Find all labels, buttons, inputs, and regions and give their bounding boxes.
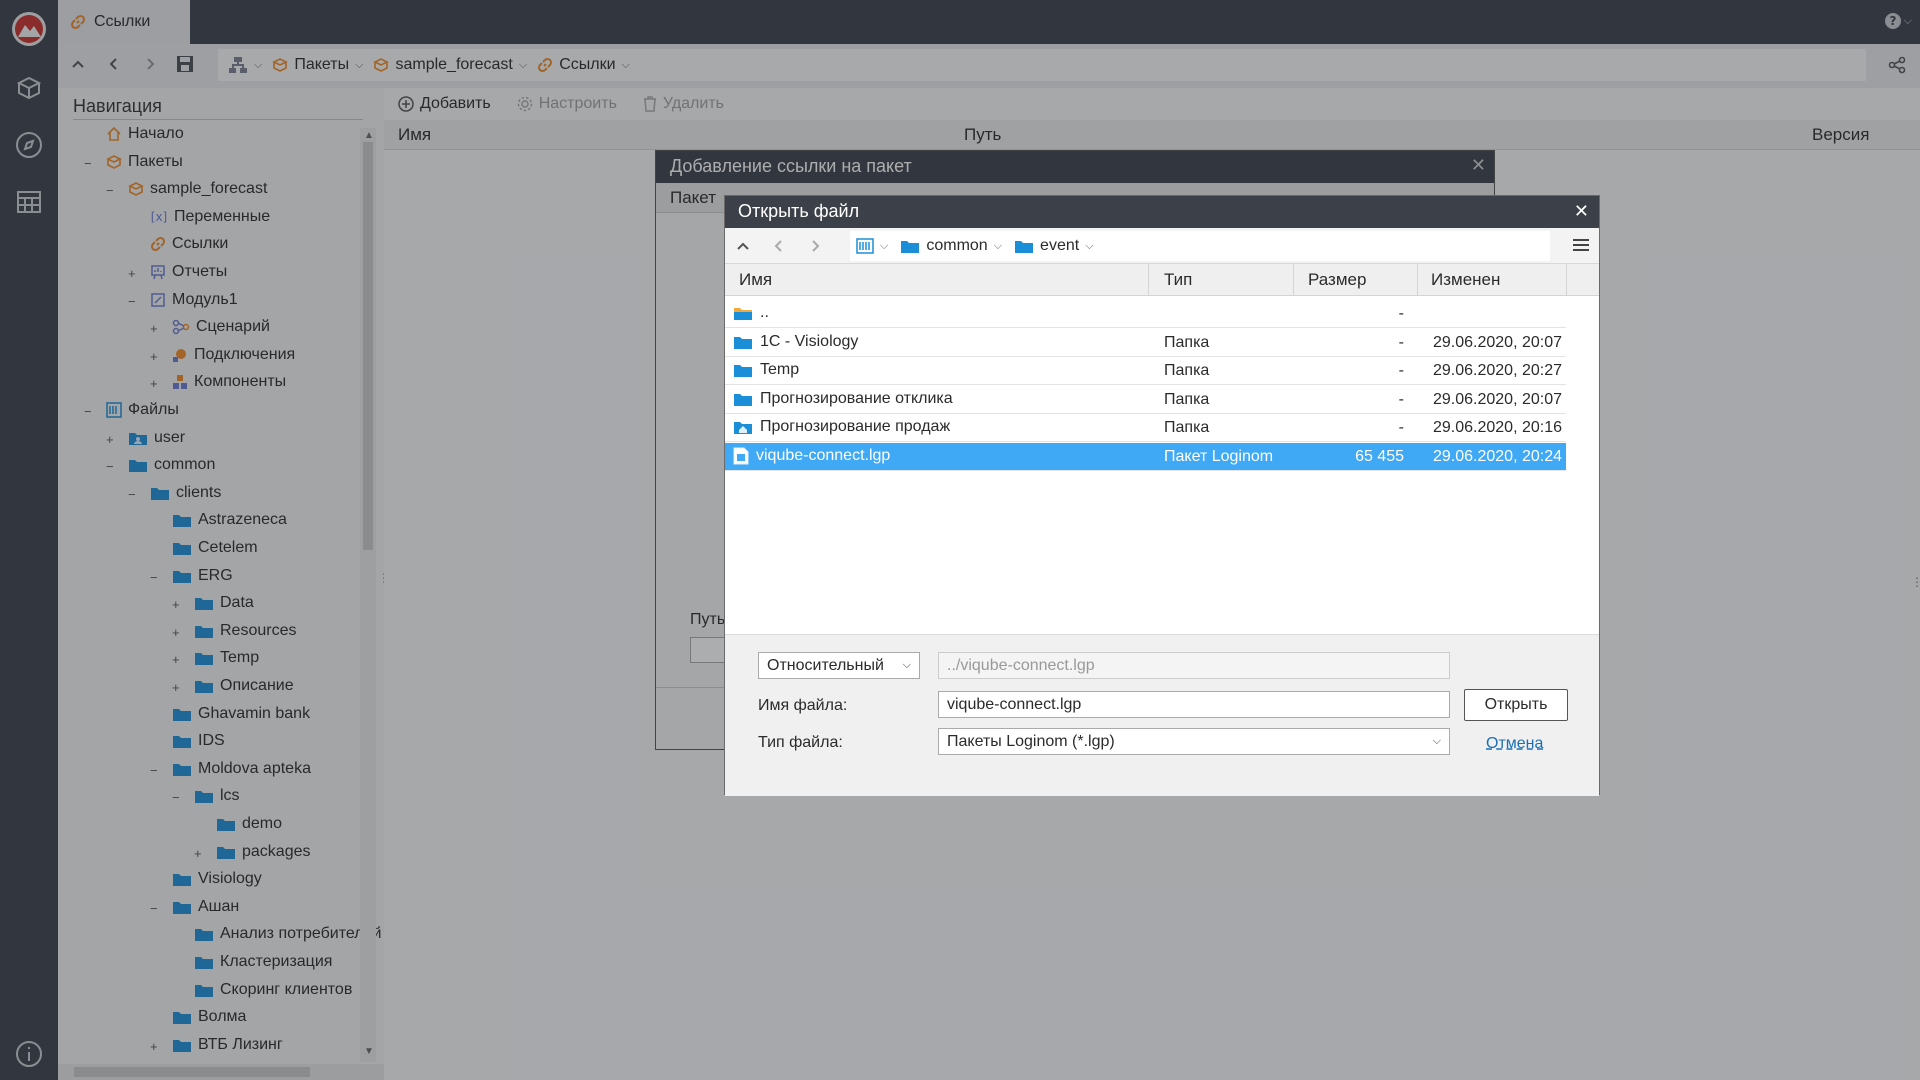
file-modified: 29.06.2020, 20:27 xyxy=(1433,362,1563,380)
back-icon[interactable] xyxy=(771,238,787,254)
chevron-down-icon: ⌵ xyxy=(880,239,889,252)
file-path-breadcrumb: ⌵ common ⌵ event ⌵ xyxy=(850,231,1550,261)
file-dialog-footer: Относительный ⌵ ../viqube-connect.lgp Им… xyxy=(725,634,1599,796)
file-modified: 29.06.2020, 20:07 xyxy=(1433,390,1563,408)
storage-icon[interactable]: ⌵ xyxy=(856,238,888,254)
column-type[interactable]: Тип xyxy=(1164,270,1192,290)
open-file-dialog: Открыть файл ✕ ⌵ common ⌵ event ⌵ Имя Ти… xyxy=(724,195,1600,796)
file-modified: 29.06.2020, 20:16 xyxy=(1433,419,1563,437)
file-modified: 29.06.2020, 20:07 xyxy=(1433,333,1563,351)
package-file-icon xyxy=(733,447,749,465)
chevron-down-icon: ⌵ xyxy=(1432,735,1441,747)
file-type: Папка xyxy=(1164,362,1210,380)
up-icon[interactable] xyxy=(735,238,751,254)
open-file-dialog-title: Открыть файл xyxy=(725,196,1599,228)
file-size: - xyxy=(1398,419,1404,437)
file-list-header: Имя Тип Размер Изменен xyxy=(725,264,1599,296)
folder-home-icon xyxy=(733,419,753,435)
file-row[interactable]: .. - xyxy=(725,300,1566,328)
filetype-label: Тип файла: xyxy=(758,734,843,751)
folder-up-icon xyxy=(733,305,753,321)
chevron-down-icon: ⌵ xyxy=(902,659,911,671)
path-segment-common[interactable]: common ⌵ xyxy=(900,237,1002,255)
path-segment-event[interactable]: event ⌵ xyxy=(1014,237,1094,255)
filetype-select[interactable]: Пакеты Loginom (*.lgp) ⌵ xyxy=(938,728,1450,755)
file-name: Temp xyxy=(760,361,800,379)
folder-icon xyxy=(1015,241,1034,253)
filename-label: Имя файла: xyxy=(758,697,848,714)
file-name: Прогнозирование отклика xyxy=(760,389,953,407)
file-type: Пакет Loginom xyxy=(1164,448,1274,465)
filename-input[interactable]: viqube-connect.lgp xyxy=(938,691,1450,718)
file-type: Папка xyxy=(1164,333,1210,351)
file-size: 65 455 xyxy=(1355,448,1404,465)
file-name: Прогнозирование продаж xyxy=(760,418,951,436)
column-modified[interactable]: Изменен xyxy=(1431,270,1500,290)
close-icon[interactable]: ✕ xyxy=(1574,201,1589,222)
folder-icon xyxy=(733,362,753,378)
file-size: - xyxy=(1398,333,1404,351)
menu-icon[interactable] xyxy=(1573,237,1589,253)
file-name: .. xyxy=(760,304,769,321)
file-navigation-bar: ⌵ common ⌵ event ⌵ xyxy=(725,228,1599,264)
file-row[interactable]: 1C - Visiology Папка - 29.06.2020, 20:07 xyxy=(725,329,1566,357)
file-type: Папка xyxy=(1164,390,1210,408)
file-row[interactable]: viqube-connect.lgp Пакет Loginom 65 455 29.… xyxy=(725,443,1566,471)
file-size: - xyxy=(1398,305,1404,322)
column-size[interactable]: Размер xyxy=(1308,270,1366,290)
forward-icon[interactable] xyxy=(807,238,823,254)
file-name: viqube-connect.lgp xyxy=(756,447,891,464)
folder-icon xyxy=(733,391,753,407)
column-name[interactable]: Имя xyxy=(739,270,772,290)
chevron-down-icon: ⌵ xyxy=(1085,239,1094,252)
file-type: Папка xyxy=(1164,419,1210,437)
file-row[interactable]: Прогнозирование продаж Папка - 29.06.2020, … xyxy=(725,414,1566,443)
chevron-down-icon: ⌵ xyxy=(993,239,1003,252)
file-row[interactable]: Temp Папка - 29.06.2020, 20:27 xyxy=(725,357,1566,386)
cancel-link[interactable]: Отмена xyxy=(1486,735,1543,753)
file-name: 1C - Visiology xyxy=(760,332,859,350)
file-size: - xyxy=(1398,362,1404,380)
file-modified: 29.06.2020, 20:24 xyxy=(1433,448,1563,465)
path-mode-select[interactable]: Относительный ⌵ xyxy=(758,652,920,679)
open-button[interactable]: Открыть xyxy=(1464,689,1568,721)
folder-icon xyxy=(733,334,753,350)
file-row[interactable]: Прогнозирование отклика Папка - 29.06.2020,… xyxy=(725,386,1566,414)
relative-path-field: ../viqube-connect.lgp xyxy=(938,652,1450,679)
file-size: - xyxy=(1398,390,1404,408)
folder-icon xyxy=(901,241,920,253)
